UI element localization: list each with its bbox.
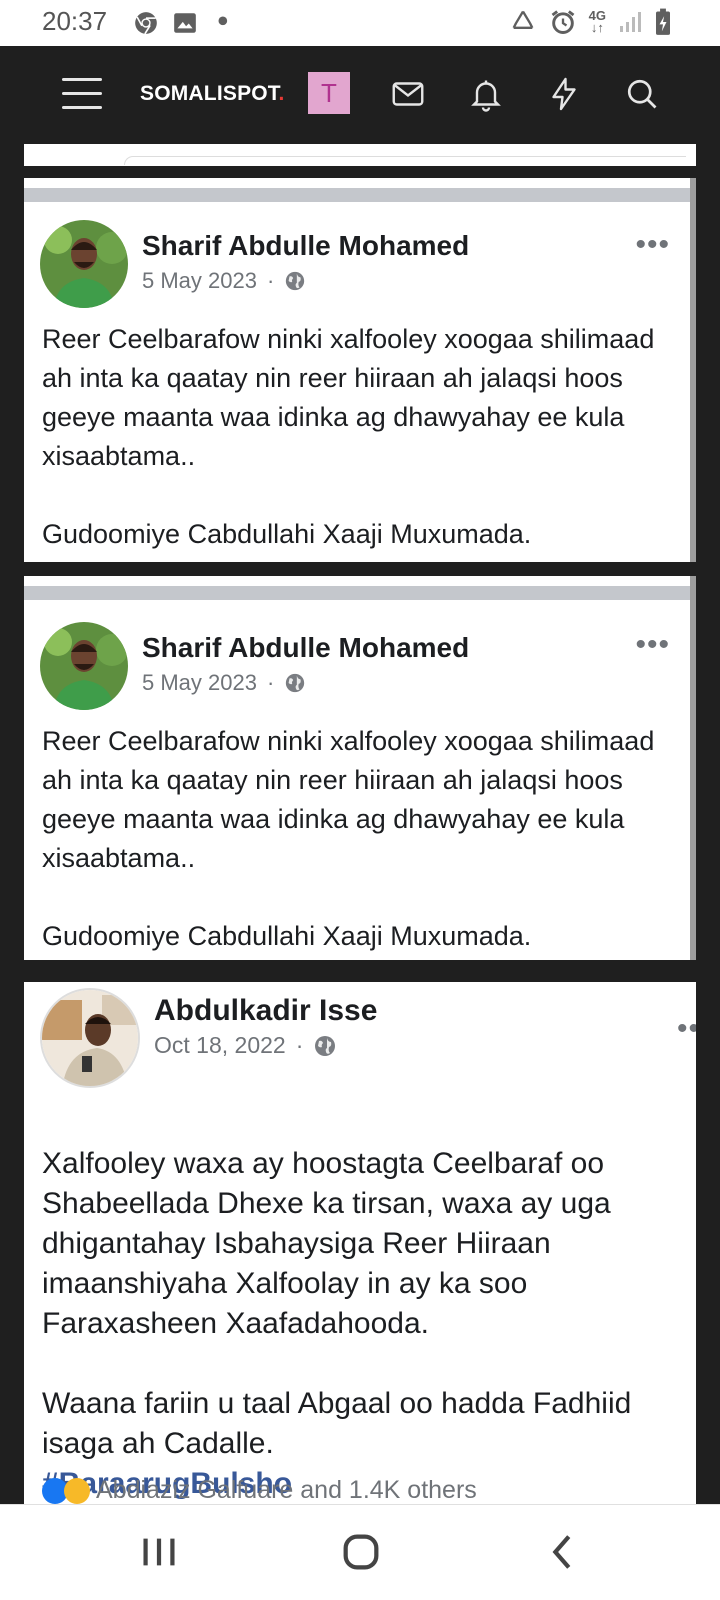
feed[interactable]: Sharif Abdulle Mohamed 5 May 2023 · ••• … — [24, 144, 696, 1504]
battery-icon — [656, 8, 670, 35]
meta-separator: · — [266, 268, 275, 293]
system-navigation-bar — [0, 1504, 720, 1600]
post-date[interactable]: Oct 18, 2022 — [154, 1032, 286, 1059]
more-options-icon[interactable]: ••• — [635, 628, 670, 662]
post-card: Sharif Abdulle Mohamed 5 May 2023 · ••• … — [24, 576, 696, 960]
user-avatar[interactable]: T — [308, 72, 350, 114]
globe-icon — [286, 673, 305, 693]
post-meta: Oct 18, 2022 · — [154, 1032, 337, 1059]
lightning-icon[interactable] — [546, 76, 582, 112]
post-meta: 5 May 2023 · — [142, 670, 306, 696]
site-logo[interactable]: SOMALISPOT. — [140, 82, 285, 106]
status-bar: 20:37 4G ↓↑ — [0, 0, 720, 46]
search-icon[interactable] — [624, 76, 660, 112]
author-avatar[interactable] — [40, 220, 128, 308]
post-divider — [24, 576, 690, 602]
dot-icon — [218, 16, 228, 26]
globe-icon — [315, 1035, 336, 1056]
post-body: Xalfooley waxa ay hoostagta Ceelbaraf oo… — [42, 1147, 632, 1460]
previous-post-stub — [24, 144, 696, 166]
meta-separator: · — [266, 670, 275, 695]
reactions-summary[interactable]: Abdiaziz Galfuare and 1.4K others — [42, 1476, 477, 1504]
recents-icon[interactable] — [136, 1529, 182, 1575]
alarm-icon — [551, 10, 575, 34]
author-name[interactable]: Sharif Abdulle Mohamed — [142, 632, 469, 664]
post-text: Reer Ceelbarafow ninki xalfooley xoogaa … — [42, 726, 655, 951]
author-avatar[interactable] — [40, 988, 140, 1088]
post-divider — [24, 178, 690, 204]
globe-icon — [286, 271, 305, 291]
recycle-icon — [512, 10, 534, 29]
bell-icon[interactable] — [468, 76, 504, 112]
author-avatar[interactable] — [40, 622, 128, 710]
image-icon — [174, 13, 196, 33]
post-meta: 5 May 2023 · — [142, 268, 306, 294]
post-date[interactable]: 5 May 2023 — [142, 268, 257, 294]
post-card: Abdulkadir Isse Oct 18, 2022 · •• Xalfoo… — [24, 982, 696, 1504]
top-navbar: SOMALISPOT. T — [0, 46, 720, 144]
reactions-text: Abdiaziz Galfuare and 1.4K others — [96, 1476, 477, 1504]
chrome-icon — [135, 12, 157, 35]
haha-reaction-icon — [64, 1477, 90, 1504]
signal-icon — [620, 12, 641, 32]
author-name[interactable]: Abdulkadir Isse — [154, 994, 377, 1028]
post-text: Xalfooley waxa ay hoostagta Ceelbaraf oo… — [42, 1104, 682, 1504]
author-name[interactable]: Sharif Abdulle Mohamed — [142, 230, 469, 262]
menu-icon[interactable] — [62, 78, 102, 110]
status-time: 20:37 — [42, 6, 108, 36]
mail-icon[interactable] — [390, 76, 426, 112]
post-text: Reer Ceelbarafow ninki xalfooley xoogaa … — [42, 324, 655, 549]
more-options-icon[interactable]: ••• — [635, 228, 670, 262]
post-date[interactable]: 5 May 2023 — [142, 670, 257, 696]
network-label: 4G ↓↑ — [588, 8, 606, 35]
meta-separator: · — [295, 1032, 304, 1058]
more-options-icon[interactable]: •• — [677, 1012, 696, 1046]
home-icon[interactable] — [338, 1529, 384, 1575]
post-card: Sharif Abdulle Mohamed 5 May 2023 · ••• … — [24, 178, 696, 562]
back-icon[interactable] — [540, 1529, 586, 1575]
